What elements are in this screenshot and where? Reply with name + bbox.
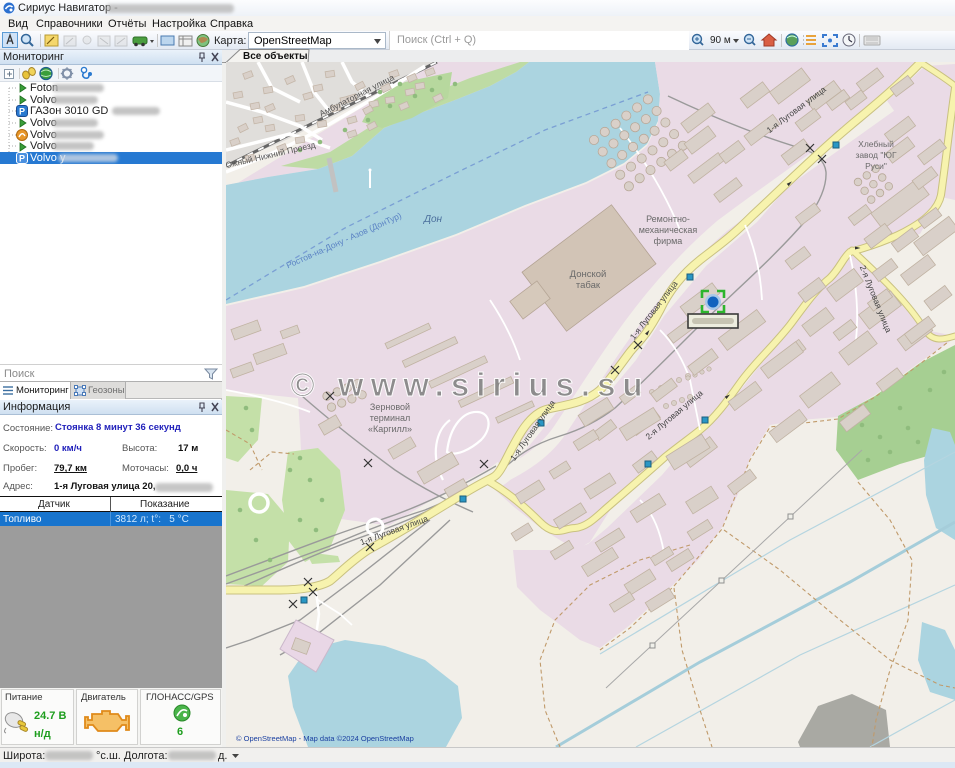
svg-text:P: P: [19, 154, 25, 164]
svg-text:Ремонтно-: Ремонтно-: [646, 214, 690, 224]
svg-text:90 м: 90 м: [710, 35, 731, 46]
svg-text:терминал: терминал: [370, 413, 410, 423]
svg-text:Донской: Донской: [570, 269, 607, 280]
svg-text:Руси": Руси": [865, 161, 887, 171]
svg-text:P: P: [19, 107, 25, 117]
svg-text:© www.sirius.su: © www.sirius.su: [290, 366, 649, 403]
svg-text:Дон: Дон: [423, 214, 443, 225]
svg-text:© OpenStreetMap - Map data ©20: © OpenStreetMap - Map data ©2024 OpenStr…: [236, 734, 414, 743]
svg-text:фирма: фирма: [654, 236, 683, 246]
svg-text:табак: табак: [576, 280, 601, 291]
svg-text:завод "ЮГ: завод "ЮГ: [855, 150, 897, 160]
svg-text:Зерновой: Зерновой: [370, 402, 410, 412]
svg-text:механическая: механическая: [639, 225, 698, 235]
svg-text:«Каргилл»: «Каргилл»: [368, 424, 412, 434]
svg-text:Хлебный: Хлебный: [858, 139, 894, 149]
